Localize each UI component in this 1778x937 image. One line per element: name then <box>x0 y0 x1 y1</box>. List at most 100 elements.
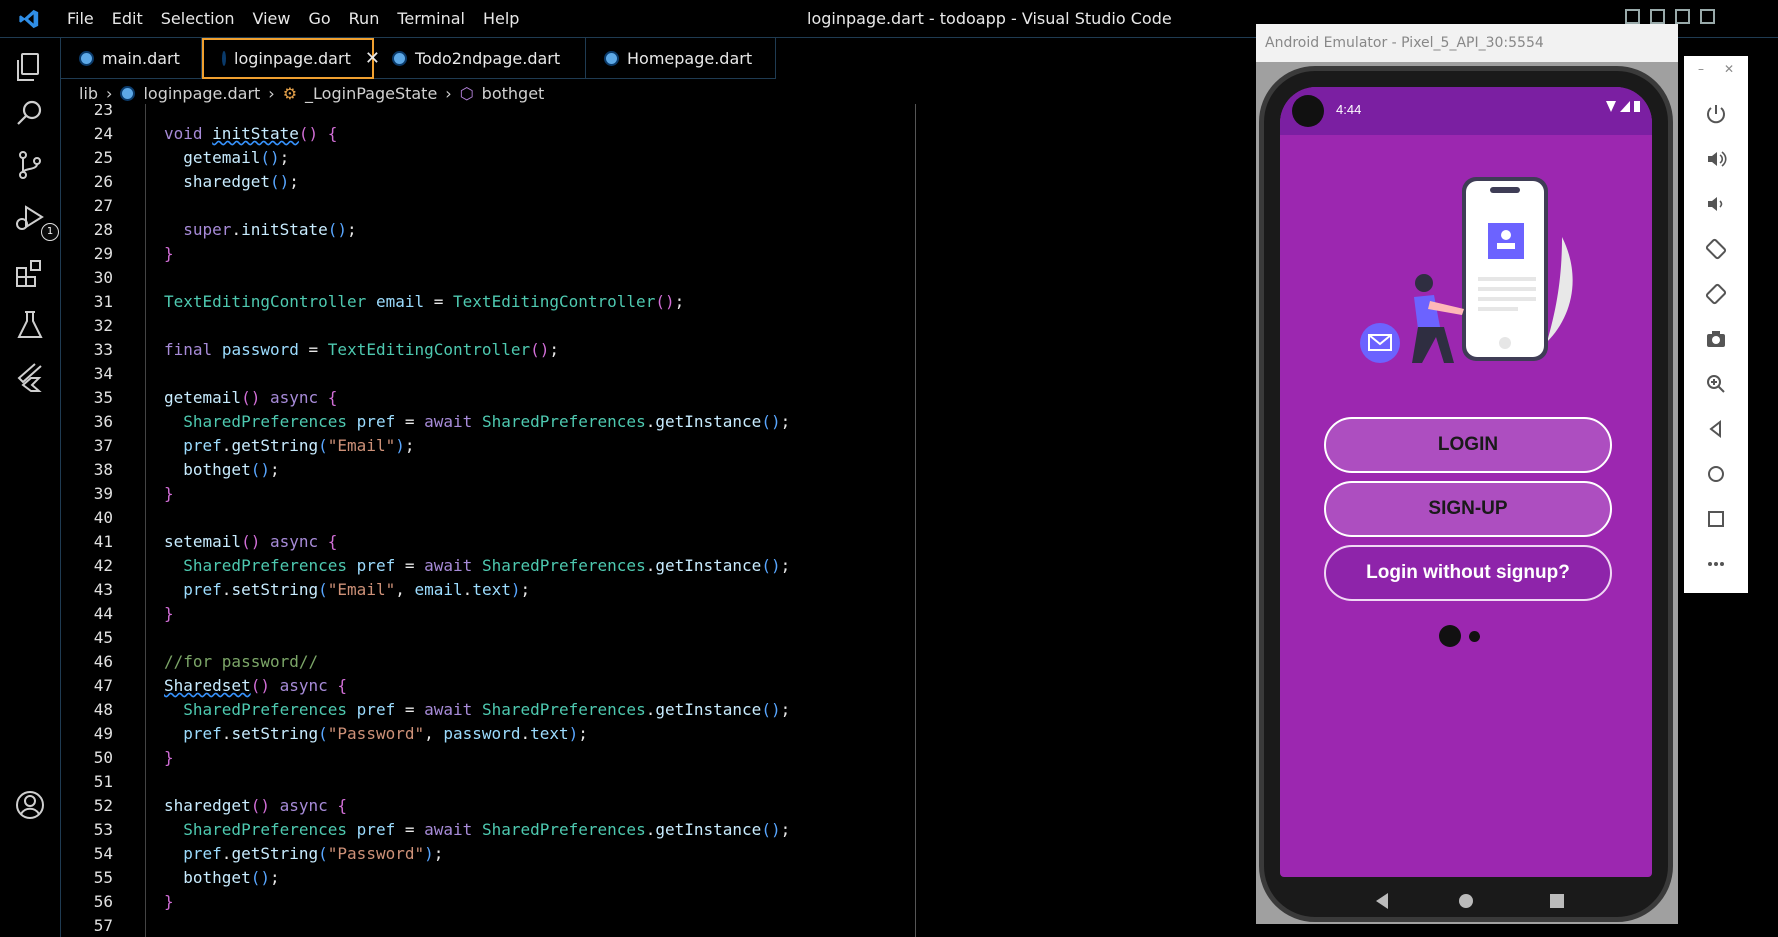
breadcrumb-file[interactable]: loginpage.dart <box>143 84 260 103</box>
code-text[interactable]: pref.setString("Password", password.text… <box>164 722 588 746</box>
code-text[interactable]: getemail() async { <box>164 386 337 410</box>
code-text[interactable]: bothget(); <box>164 866 279 890</box>
breadcrumb-lib[interactable]: lib <box>79 84 98 103</box>
flutter-icon[interactable] <box>13 360 47 394</box>
code-line[interactable]: 28 super.initState(); <box>61 218 1241 242</box>
toggle-sidebar-icon[interactable] <box>1625 9 1640 24</box>
code-line[interactable]: 32 <box>61 314 1241 338</box>
code-line[interactable]: 53 SharedPreferences pref = await Shared… <box>61 818 1241 842</box>
code-line[interactable]: 49 pref.setString("Password", password.t… <box>61 722 1241 746</box>
account-icon[interactable] <box>13 788 47 822</box>
code-text[interactable]: getemail(); <box>164 146 289 170</box>
code-line[interactable]: 39} <box>61 482 1241 506</box>
code-line[interactable]: 52 sharedget() async { <box>61 794 1241 818</box>
toggle-secondary-sidebar-icon[interactable] <box>1675 9 1690 24</box>
breadcrumb-class[interactable]: _LoginPageState <box>305 84 437 103</box>
home-nav-icon[interactable] <box>1459 894 1473 908</box>
code-text[interactable]: void initState() { <box>164 122 337 146</box>
code-text[interactable]: sharedget(); <box>164 170 299 194</box>
code-line[interactable]: 51 <box>61 770 1241 794</box>
menu-terminal[interactable]: Terminal <box>388 9 474 28</box>
phone-screen[interactable]: 4:44 LOGIN SIGN-UP Login without signup? <box>1280 87 1652 877</box>
code-line[interactable]: 55 bothget(); <box>61 866 1241 890</box>
tab-loginpage-dart[interactable]: loginpage.dart ✕ <box>202 38 380 79</box>
code-line[interactable]: 46 //for password// <box>61 650 1241 674</box>
code-text[interactable]: } <box>164 482 174 506</box>
code-line[interactable]: 57 <box>61 914 1241 937</box>
code-text[interactable]: pref.setString("Email", email.text); <box>164 578 530 602</box>
menu-selection[interactable]: Selection <box>152 9 244 28</box>
menu-view[interactable]: View <box>244 9 300 28</box>
testing-icon[interactable] <box>13 308 47 342</box>
explorer-icon[interactable] <box>13 50 47 84</box>
run-debug-icon[interactable]: 1 <box>13 202 59 241</box>
login-button[interactable]: LOGIN <box>1324 417 1612 473</box>
power-icon[interactable] <box>1704 102 1728 126</box>
signup-button[interactable]: SIGN-UP <box>1324 481 1612 537</box>
code-text[interactable]: final password = TextEditingController()… <box>164 338 559 362</box>
code-line[interactable]: 50} <box>61 746 1241 770</box>
close-icon[interactable]: ✕ <box>1724 62 1734 76</box>
back-nav-icon[interactable] <box>1376 893 1388 909</box>
code-text[interactable]: } <box>164 602 174 626</box>
code-line[interactable]: 56} <box>61 890 1241 914</box>
tab-todo2ndpage-dart[interactable]: Todo2ndpage.dart <box>374 38 586 79</box>
code-line[interactable]: 30 <box>61 266 1241 290</box>
overview-icon[interactable] <box>1704 507 1728 531</box>
code-line[interactable]: 54 pref.getString("Password"); <box>61 842 1241 866</box>
code-text[interactable]: //for password// <box>164 650 318 674</box>
code-line[interactable]: 36 SharedPreferences pref = await Shared… <box>61 410 1241 434</box>
more-icon[interactable] <box>1704 552 1728 576</box>
code-text[interactable]: pref.getString("Password"); <box>164 842 443 866</box>
code-text[interactable]: Sharedset() async { <box>164 674 347 698</box>
recents-nav-icon[interactable] <box>1550 894 1564 908</box>
code-line[interactable]: 24 void initState() { <box>61 122 1241 146</box>
search-icon[interactable] <box>13 96 47 130</box>
code-text[interactable]: SharedPreferences pref = await SharedPre… <box>164 554 790 578</box>
tab-homepage-dart[interactable]: Homepage.dart <box>586 38 776 79</box>
code-text[interactable]: SharedPreferences pref = await SharedPre… <box>164 410 790 434</box>
code-text[interactable]: SharedPreferences pref = await SharedPre… <box>164 698 790 722</box>
volume-up-icon[interactable] <box>1704 147 1728 171</box>
breadcrumb-method[interactable]: bothget <box>482 84 545 103</box>
code-line[interactable]: 26 sharedget(); <box>61 170 1241 194</box>
code-line[interactable]: 34 <box>61 362 1241 386</box>
code-line[interactable]: 43 pref.setString("Email", email.text); <box>61 578 1241 602</box>
login-without-signup-button[interactable]: Login without signup? <box>1324 545 1612 601</box>
code-text[interactable]: bothget(); <box>164 458 279 482</box>
code-line[interactable]: 48 SharedPreferences pref = await Shared… <box>61 698 1241 722</box>
source-control-icon[interactable] <box>13 148 47 182</box>
code-line[interactable]: 31 TextEditingController email = TextEdit… <box>61 290 1241 314</box>
camera-icon[interactable] <box>1704 327 1728 351</box>
code-text[interactable]: pref.getString("Email"); <box>164 434 414 458</box>
code-line[interactable]: 27 <box>61 194 1241 218</box>
code-line[interactable]: 38 bothget(); <box>61 458 1241 482</box>
code-line[interactable]: 44} <box>61 602 1241 626</box>
code-line[interactable]: 33 final password = TextEditingController… <box>61 338 1241 362</box>
menu-file[interactable]: File <box>58 9 103 28</box>
home-icon[interactable] <box>1704 462 1728 486</box>
code-text[interactable]: } <box>164 242 174 266</box>
code-text[interactable]: sharedget() async { <box>164 794 347 818</box>
rotate-left-icon[interactable] <box>1704 237 1728 261</box>
extensions-icon[interactable] <box>13 256 47 290</box>
back-icon[interactable] <box>1704 417 1728 441</box>
code-text[interactable]: super.initState(); <box>164 218 356 242</box>
menu-edit[interactable]: Edit <box>103 9 152 28</box>
customize-layout-icon[interactable] <box>1700 9 1715 24</box>
zoom-icon[interactable] <box>1704 372 1728 396</box>
code-line[interactable]: 40 <box>61 506 1241 530</box>
code-text[interactable]: SharedPreferences pref = await SharedPre… <box>164 818 790 842</box>
code-line[interactable]: 35 getemail() async { <box>61 386 1241 410</box>
code-editor[interactable]: 23 24 void initState() {25 getemail(); 26 s… <box>61 104 1241 937</box>
tab-main-dart[interactable]: main.dart <box>61 38 202 79</box>
code-line[interactable]: 29} <box>61 242 1241 266</box>
code-text[interactable]: } <box>164 890 174 914</box>
minimize-icon[interactable]: – <box>1698 62 1704 76</box>
code-line[interactable]: 25 getemail(); <box>61 146 1241 170</box>
code-line[interactable]: 42 SharedPreferences pref = await Shared… <box>61 554 1241 578</box>
code-text[interactable]: TextEditingController email = TextEditin… <box>164 290 684 314</box>
menu-help[interactable]: Help <box>474 9 528 28</box>
code-line[interactable]: 41 setemail() async { <box>61 530 1241 554</box>
toggle-panel-icon[interactable] <box>1650 9 1665 24</box>
